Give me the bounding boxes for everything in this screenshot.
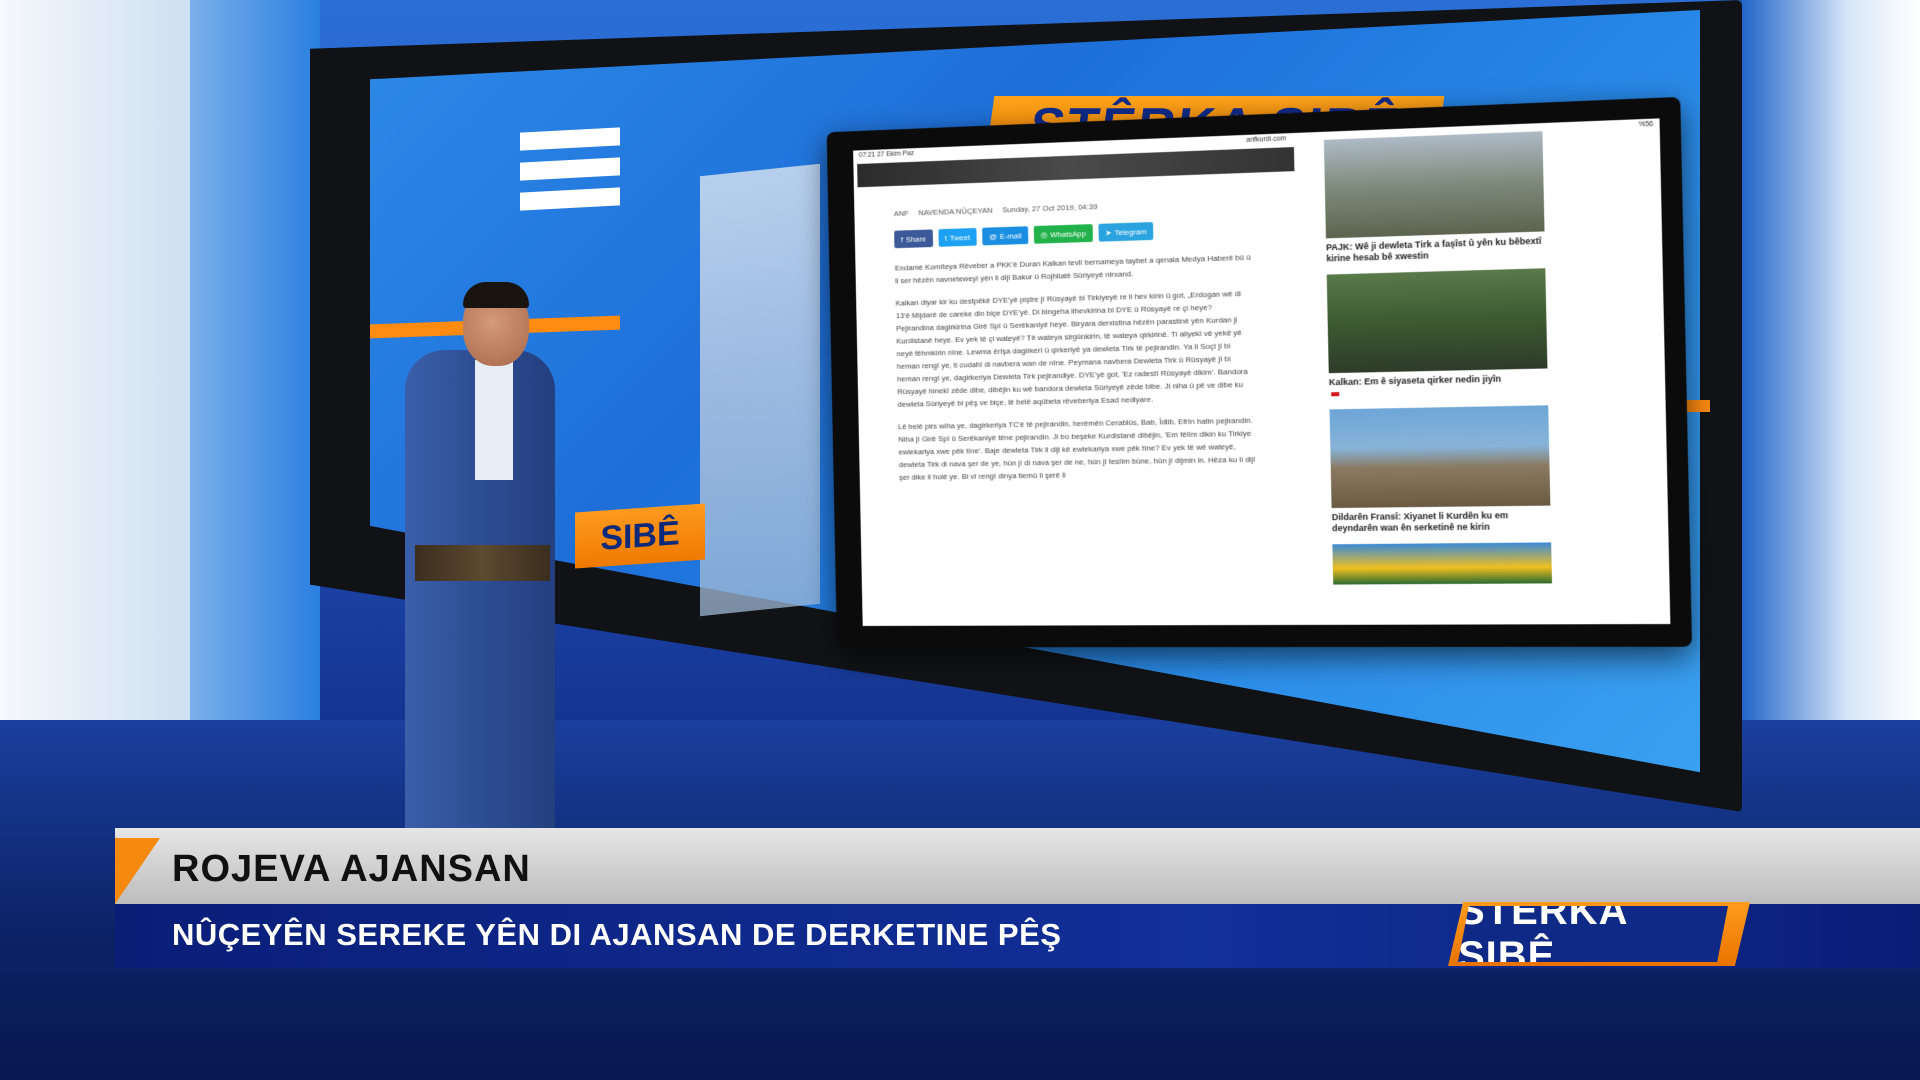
tweet-button[interactable]: t Tweet xyxy=(938,227,977,247)
status-time: 07:21 27 Ekim Paz xyxy=(858,150,915,160)
presenter xyxy=(395,280,565,840)
article-paragraph: Kalkan diyar kir ku destpêkê DYE'yê pişt… xyxy=(895,289,1248,409)
status-url: anfkurdi.com xyxy=(1246,135,1287,144)
related-news-caption: Kalkan: Em ê siyaseta qirker nedin jiyîn xyxy=(1329,373,1548,400)
related-news-sidebar: PAJK: Wê ji dewleta Tirk a faşîst û yên … xyxy=(1323,131,1553,625)
presenter-shirt xyxy=(475,360,513,480)
tablet-screen: 07:21 27 Ekim Paz anfkurdi.com %56 ANF N… xyxy=(853,118,1671,626)
hamburger-menu-icon xyxy=(520,127,620,220)
email-share-button[interactable]: @ E-mail xyxy=(982,226,1029,246)
related-news-item[interactable]: Dildarên Fransî: Xiyanet li Kurdên ku em… xyxy=(1329,405,1551,534)
tablet-display: 07:21 27 Ekim Paz anfkurdi.com %56 ANF N… xyxy=(826,96,1693,648)
whatsapp-icon: ◎ xyxy=(1040,230,1048,240)
email-icon: @ xyxy=(989,231,997,241)
related-news-item[interactable] xyxy=(1332,542,1553,585)
related-news-image xyxy=(1326,268,1548,374)
twitter-icon: t xyxy=(944,233,948,243)
lower-third-subtitle: NÛÇEYÊN SEREKE YÊN DI AJANSAN DE DERKETI… xyxy=(172,917,1062,952)
article-body: Endamê Komîteya Rêveber a PKK'ê Duran Ka… xyxy=(895,251,1257,494)
whatsapp-share-button[interactable]: ◎ WhatsApp xyxy=(1033,224,1093,244)
studio-pillar xyxy=(0,0,190,720)
related-news-item[interactable]: Kalkan: Em ê siyaseta qirker nedin jiyîn xyxy=(1326,268,1548,400)
article-byline: ANF NAVENDA NÛÇEYAN Sunday, 27 Oct 2019,… xyxy=(894,202,1098,218)
facebook-share-button[interactable]: f Share xyxy=(894,229,933,249)
related-news-item[interactable]: PAJK: Wê ji dewleta Tirk a faşîst û yên … xyxy=(1323,131,1545,264)
article-paragraph: Endamê Komîteya Rêveber a PKK'ê Duran Ka… xyxy=(894,252,1251,286)
presenter-hair xyxy=(463,282,529,308)
related-news-caption: Dildarên Fransî: Xiyanet li Kurdên ku em… xyxy=(1331,510,1509,534)
related-news-image xyxy=(1332,542,1553,585)
facebook-icon: f xyxy=(900,234,904,244)
show-logo: STÊRKA SIBÊ xyxy=(1458,906,1728,962)
related-news-caption: PAJK: Wê ji dewleta Tirk a faşîst û yên … xyxy=(1326,235,1542,264)
wall-sibe-tag: SIBÊ xyxy=(575,503,705,569)
byline-author: ANF xyxy=(893,208,909,219)
telegram-share-button[interactable]: ➤ Telegram xyxy=(1098,222,1154,242)
telegram-icon: ➤ xyxy=(1105,227,1112,238)
presenter-belt xyxy=(415,545,550,581)
article-column: ANF NAVENDA NÛÇEYAN Sunday, 27 Oct 2019,… xyxy=(857,146,1322,626)
status-battery: %56 xyxy=(1638,120,1654,129)
related-news-image xyxy=(1323,131,1545,239)
share-buttons: f Share t Tweet @ E-mail ◎ WhatsApp ➤ Telegra… xyxy=(894,222,1154,249)
lower-third-title: ROJEVA AJANSAN xyxy=(172,848,531,890)
newspaper-graphic xyxy=(700,163,820,617)
related-news-image xyxy=(1329,405,1551,509)
byline-desk: NAVENDA NÛÇEYAN xyxy=(918,205,993,218)
byline-date: Sunday, 27 Oct 2019, 04:39 xyxy=(1002,202,1098,215)
video-indicator-icon xyxy=(1331,392,1340,397)
article-paragraph: Lê belê pirs wiha ye, dagirkeriya TC'ê t… xyxy=(897,415,1256,482)
